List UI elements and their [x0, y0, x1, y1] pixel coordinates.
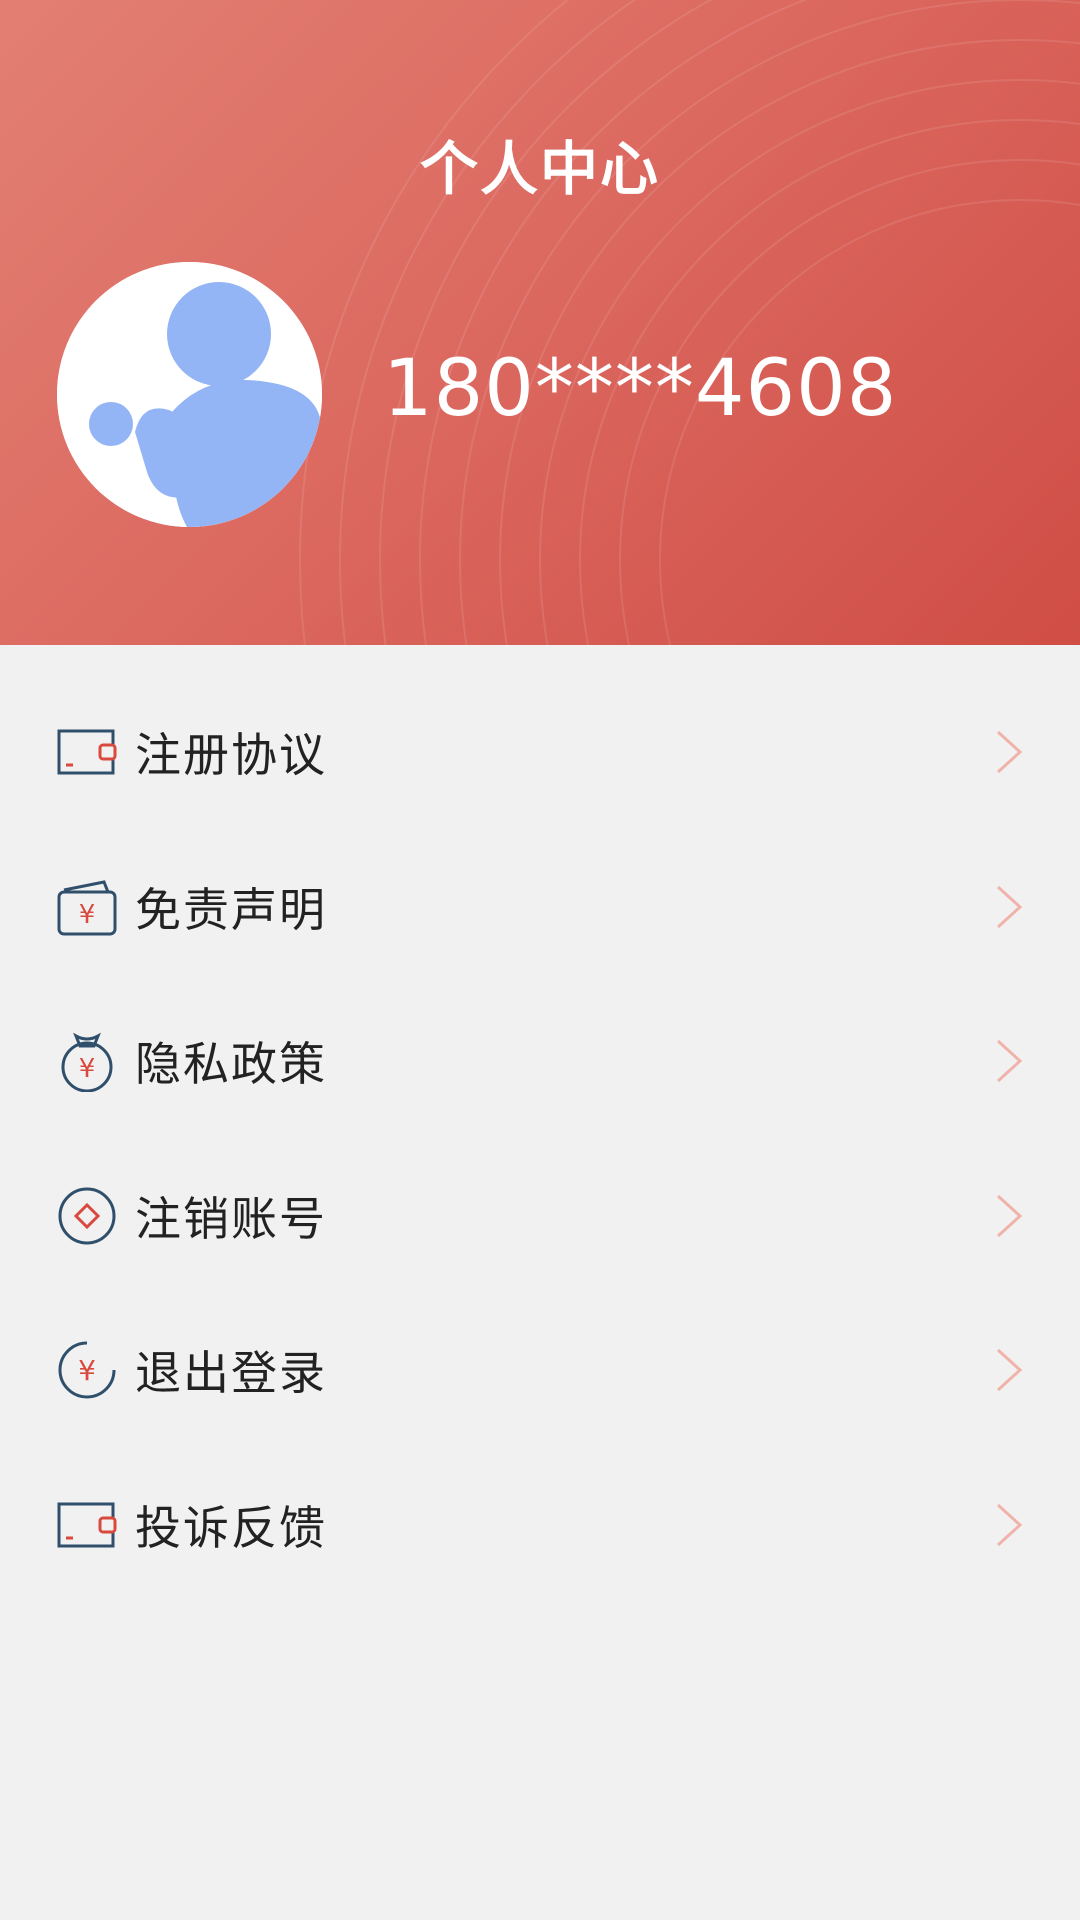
- settings-menu: 注册协议 ¥ 免责声明 ¥ 隐私政策 注销账号 ¥ 退出登录 投诉反馈: [0, 675, 1080, 1602]
- chevron-right-icon: [994, 1501, 1024, 1549]
- profile-page: 个人中心 180****4608 注册协议 ¥ 免责声明 ¥ 隐私政策 注销账号…: [0, 0, 1080, 1920]
- menu-item-feedback[interactable]: 投诉反馈: [0, 1448, 1080, 1603]
- page-title: 个人中心: [419, 135, 660, 203]
- avatar[interactable]: [57, 262, 322, 527]
- chevron-right-icon: [994, 1037, 1024, 1085]
- chevron-right-icon: [994, 1346, 1024, 1394]
- money-bag-icon: ¥: [56, 1030, 118, 1093]
- wallet-card-icon: [56, 1494, 118, 1556]
- wallet-yen-icon: ¥: [56, 876, 118, 938]
- profile-header: 个人中心 180****4608: [0, 0, 1080, 645]
- menu-item-label: 隐私政策: [135, 1037, 327, 1092]
- chevron-right-icon: [994, 1192, 1024, 1240]
- chevron-right-icon: [994, 728, 1024, 776]
- menu-item-privacy-policy[interactable]: ¥ 隐私政策: [0, 984, 1080, 1139]
- diamond-circle-icon: [56, 1185, 118, 1247]
- wallet-card-icon: [56, 721, 118, 783]
- menu-item-label: 投诉反馈: [135, 1500, 327, 1555]
- menu-item-delete-account[interactable]: 注销账号: [0, 1139, 1080, 1294]
- menu-item-logout[interactable]: ¥ 退出登录: [0, 1293, 1080, 1448]
- menu-item-disclaimer[interactable]: ¥ 免责声明: [0, 830, 1080, 985]
- avatar-icon: [57, 262, 322, 527]
- menu-item-label: 注销账号: [135, 1191, 327, 1246]
- svg-text:¥: ¥: [79, 1054, 96, 1084]
- chevron-right-icon: [994, 883, 1024, 931]
- svg-text:¥: ¥: [78, 1354, 96, 1387]
- menu-item-label: 免责声明: [135, 882, 327, 937]
- menu-item-label: 退出登录: [135, 1346, 327, 1401]
- yen-circle-icon: ¥: [56, 1339, 118, 1401]
- svg-text:¥: ¥: [79, 900, 96, 930]
- menu-item-label: 注册协议: [135, 728, 327, 783]
- menu-item-registration-agreement[interactable]: 注册协议: [0, 675, 1080, 830]
- user-phone: 180****4608: [383, 344, 898, 434]
